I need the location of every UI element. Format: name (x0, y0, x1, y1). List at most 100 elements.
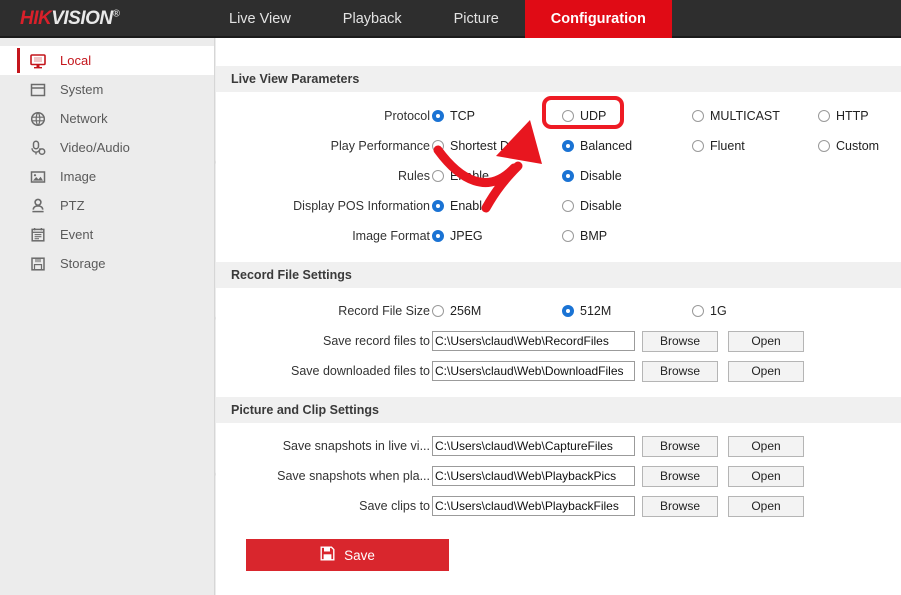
radio-dot-icon (562, 140, 574, 152)
sidebar-item-system[interactable]: System (0, 75, 214, 104)
radio-performance-custom[interactable]: Custom (818, 139, 879, 153)
open-button-clips[interactable]: Open (728, 496, 804, 517)
radio-dot-icon (562, 110, 574, 122)
radio-dot-icon (818, 110, 830, 122)
label-display-pos-information: Display POS Information (216, 199, 430, 213)
label-rules: Rules (216, 169, 430, 183)
radio-format-jpeg[interactable]: JPEG (432, 229, 483, 243)
radio-pos-enable[interactable]: Enable (432, 199, 489, 213)
sidebar-item-label: PTZ (60, 198, 85, 213)
radio-performance-fluent[interactable]: Fluent (692, 139, 745, 153)
logo-hik-text: HIK (20, 8, 51, 29)
browse-button-record-files[interactable]: Browse (642, 331, 718, 352)
row-save-downloaded-files: Save downloaded files to C:\Users\claud\… (216, 356, 901, 386)
radio-label: Disable (580, 169, 622, 183)
disk-icon (28, 254, 48, 274)
globe-icon (28, 109, 48, 129)
radio-dot-icon (432, 110, 444, 122)
radio-label: 1G (710, 304, 727, 318)
open-button-snapshots-playback[interactable]: Open (728, 466, 804, 487)
open-button-downloaded-files[interactable]: Open (728, 361, 804, 382)
radio-size-512m[interactable]: 512M (562, 304, 611, 318)
label-record-file-size: Record File Size (216, 304, 430, 318)
input-save-clips-path[interactable]: C:\Users\claud\Web\PlaybackFiles (432, 496, 635, 516)
radio-protocol-udp[interactable]: UDP (562, 109, 606, 123)
radio-label: BMP (580, 229, 607, 243)
save-disk-icon (320, 546, 335, 564)
registered-trademark-icon: ® (113, 9, 120, 20)
sidebar-item-label: System (60, 82, 103, 97)
label-save-downloaded-files-to: Save downloaded files to (216, 364, 430, 378)
section-header-picture-clip: Picture and Clip Settings (216, 397, 901, 423)
radio-dot-icon (692, 305, 704, 317)
sidebar-item-video-audio[interactable]: Video/Audio (0, 133, 214, 162)
sidebar-item-event[interactable]: Event (0, 220, 214, 249)
browse-button-snapshots-playback[interactable]: Browse (642, 466, 718, 487)
radio-dot-icon (692, 140, 704, 152)
radio-dot-icon (562, 170, 574, 182)
tab-configuration[interactable]: Configuration (525, 0, 672, 38)
sidebar-item-label: Storage (60, 256, 106, 271)
browse-button-clips[interactable]: Browse (642, 496, 718, 517)
sidebar-item-label: Image (60, 169, 96, 184)
radio-dot-icon (432, 230, 444, 242)
tab-playback[interactable]: Playback (317, 0, 428, 38)
tab-picture[interactable]: Picture (428, 0, 525, 38)
radio-label: JPEG (450, 229, 483, 243)
radio-rules-disable[interactable]: Disable (562, 169, 622, 183)
open-button-snapshots-live-view[interactable]: Open (728, 436, 804, 457)
row-save-snapshots-live-view: Save snapshots in live vi... C:\Users\cl… (216, 431, 901, 461)
row-display-pos-information: Display POS Information Enable Disable (216, 191, 901, 221)
picture-clip-settings-panel: Save snapshots in live vi... C:\Users\cl… (216, 423, 901, 539)
row-play-performance: Play Performance Shortest Delay Balanced… (216, 131, 901, 161)
row-image-format: Image Format JPEG BMP (216, 221, 901, 251)
label-image-format: Image Format (216, 229, 430, 243)
sidebar-item-ptz[interactable]: PTZ (0, 191, 214, 220)
radio-protocol-http[interactable]: HTTP (818, 109, 869, 123)
picture-icon (28, 167, 48, 187)
radio-pos-disable[interactable]: Disable (562, 199, 622, 213)
person-icon (28, 196, 48, 216)
input-snapshots-live-view-path[interactable]: C:\Users\claud\Web\CaptureFiles (432, 436, 635, 456)
radio-label: 256M (450, 304, 481, 318)
save-button[interactable]: Save (246, 539, 449, 571)
browse-button-snapshots-live-view[interactable]: Browse (642, 436, 718, 457)
radio-dot-icon (562, 305, 574, 317)
sidebar-item-network[interactable]: Network (0, 104, 214, 133)
hikvision-logo: HIKVISION® (20, 8, 120, 30)
radio-protocol-tcp[interactable]: TCP (432, 109, 475, 123)
sidebar-item-label: Local (60, 53, 91, 68)
radio-label: Shortest Delay (450, 139, 532, 153)
browse-button-downloaded-files[interactable]: Browse (642, 361, 718, 382)
row-protocol: Protocol TCP UDP MULTICAST HTTP (216, 101, 901, 131)
tab-live-view[interactable]: Live View (203, 0, 317, 38)
radio-dot-icon (692, 110, 704, 122)
sidebar-item-label: Video/Audio (60, 140, 130, 155)
sidebar-item-local[interactable]: Local (0, 46, 214, 75)
radio-dot-icon (432, 170, 444, 182)
input-snapshots-playback-path[interactable]: C:\Users\claud\Web\PlaybackPics (432, 466, 635, 486)
radio-performance-balanced[interactable]: Balanced (562, 139, 632, 153)
open-button-record-files[interactable]: Open (728, 331, 804, 352)
record-file-settings-panel: Record File Size 256M 512M 1G Save recor… (216, 288, 901, 397)
label-save-snapshots-playback: Save snapshots when pla... (216, 469, 430, 483)
radio-label: Enable (450, 199, 489, 213)
radio-performance-shortest-delay[interactable]: Shortest Delay (432, 139, 532, 153)
radio-size-256m[interactable]: 256M (432, 304, 481, 318)
radio-label: Disable (580, 199, 622, 213)
radio-label: MULTICAST (710, 109, 780, 123)
input-save-record-files-path[interactable]: C:\Users\claud\Web\RecordFiles (432, 331, 635, 351)
radio-protocol-multicast[interactable]: MULTICAST (692, 109, 780, 123)
radio-format-bmp[interactable]: BMP (562, 229, 607, 243)
row-record-file-size: Record File Size 256M 512M 1G (216, 296, 901, 326)
radio-rules-enable[interactable]: Enable (432, 169, 489, 183)
sidebar-item-image[interactable]: Image (0, 162, 214, 191)
sidebar-item-storage[interactable]: Storage (0, 249, 214, 278)
input-save-downloaded-files-path[interactable]: C:\Users\claud\Web\DownloadFiles (432, 361, 635, 381)
row-save-snapshots-playback: Save snapshots when pla... C:\Users\clau… (216, 461, 901, 491)
radio-label: Fluent (710, 139, 745, 153)
radio-dot-icon (432, 140, 444, 152)
radio-label: HTTP (836, 109, 869, 123)
radio-size-1g[interactable]: 1G (692, 304, 727, 318)
label-protocol: Protocol (216, 109, 430, 123)
